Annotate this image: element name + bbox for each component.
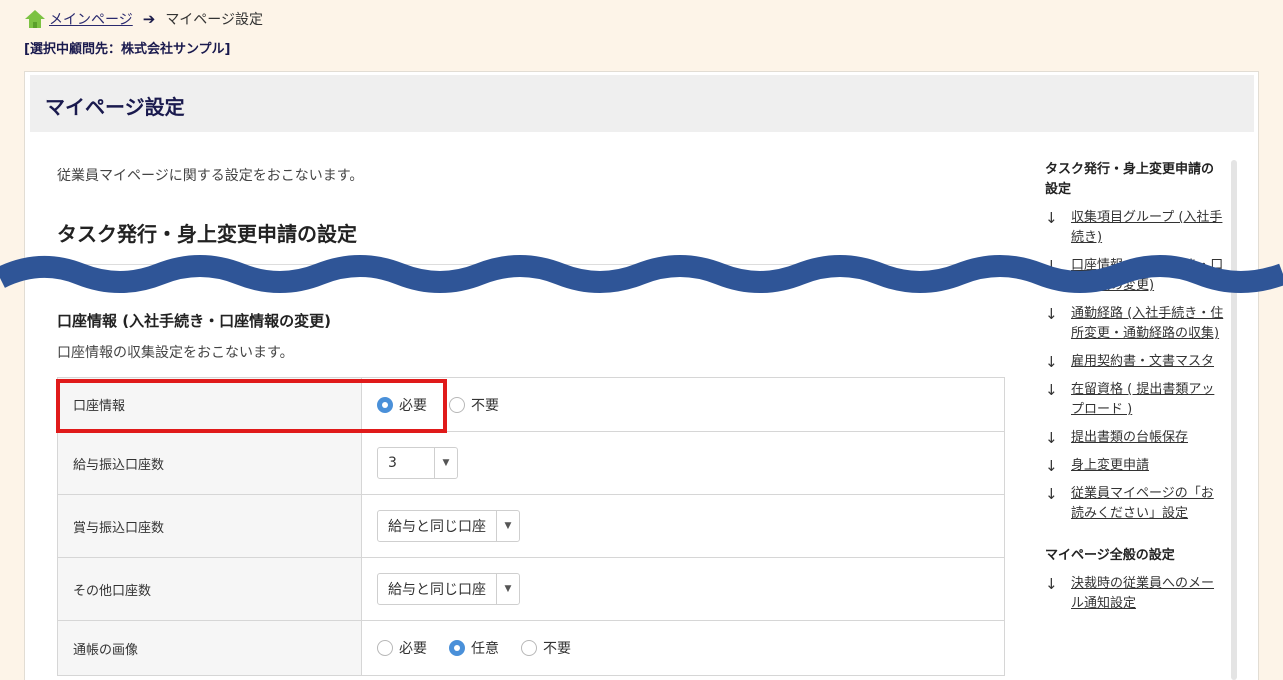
breadcrumb-main-page-link[interactable]: メインページ — [49, 9, 133, 29]
toc-item[interactable]: ↓ 在留資格 ( 提出書類アップロード ) — [1045, 380, 1225, 420]
section-title: タスク発行・身上変更申請の設定 — [57, 222, 357, 246]
table-of-contents: タスク発行・身上変更申請の設定 ↓ 収集項目グループ (入社手続き) ↓ 口座情報 … — [1045, 160, 1225, 614]
toc-item[interactable]: ↓ 従業員マイページの「お読みください」設定 — [1045, 484, 1225, 524]
row-label: 給与振込口座数 — [58, 432, 362, 494]
toc-item[interactable]: ↓ 収集項目グループ (入社手続き) — [1045, 208, 1225, 248]
chevron-down-icon[interactable]: ▼ — [497, 574, 519, 604]
other-accounts-select[interactable]: 給与と同じ口座 ▼ — [377, 573, 520, 605]
arrow-down-icon: ↓ — [1045, 305, 1058, 323]
chevron-down-icon[interactable]: ▼ — [497, 511, 519, 541]
row-control: 3 ▼ — [362, 432, 1004, 494]
intro-text: 従業員マイページに関する設定をおこないます。 — [57, 168, 364, 184]
table-row-bonus-accounts: 賞与振込口座数 給与と同じ口座 ▼ — [58, 495, 1004, 558]
row-control: 給与と同じ口座 ▼ — [362, 558, 1004, 620]
arrow-down-icon: ↓ — [1045, 485, 1058, 503]
select-value: 3 — [378, 448, 435, 478]
radio-label: 不要 — [471, 397, 499, 414]
arrow-down-icon: ↓ — [1045, 457, 1058, 475]
radio-unselected-icon[interactable] — [377, 640, 393, 656]
toc-link[interactable]: 在留資格 ( 提出書類アップロード ) — [1071, 380, 1225, 420]
arrow-down-icon: ↓ — [1045, 381, 1058, 399]
toc-link[interactable]: 提出書類の台帳保存 — [1071, 428, 1188, 448]
page-title: マイページ設定 — [45, 95, 185, 119]
select-value: 給与と同じ口座 — [378, 511, 497, 541]
arrow-down-icon: ↓ — [1045, 209, 1058, 227]
row-control: 必要 任意 不要 — [362, 621, 1004, 675]
toc-item[interactable]: ↓ 決裁時の従業員へのメール通知設定 — [1045, 574, 1225, 614]
toc-item[interactable]: ↓ 雇用契約書・文書マスタ — [1045, 352, 1225, 372]
toc-item[interactable]: ↓ 身上変更申請 — [1045, 456, 1225, 476]
bonus-accounts-select[interactable]: 給与と同じ口座 ▼ — [377, 510, 520, 542]
row-label: 賞与振込口座数 — [58, 495, 362, 557]
radio-selected-icon[interactable] — [449, 640, 465, 656]
wave-divider — [0, 255, 1283, 293]
salary-accounts-select[interactable]: 3 ▼ — [377, 447, 458, 479]
table-row-salary-accounts: 給与振込口座数 3 ▼ — [58, 432, 1004, 495]
radio-passbook-required[interactable]: 必要 — [377, 638, 427, 658]
home-icon[interactable] — [24, 8, 46, 30]
highlight-box — [56, 379, 447, 433]
toc-scrollbar[interactable] — [1231, 160, 1237, 680]
toc-link[interactable]: 従業員マイページの「お読みください」設定 — [1071, 484, 1225, 524]
row-control: 給与と同じ口座 ▼ — [362, 495, 1004, 557]
radio-label: 必要 — [399, 641, 427, 657]
radio-label: 不要 — [543, 641, 571, 657]
toc-link[interactable]: 身上変更申請 — [1071, 456, 1149, 476]
radio-passbook-not-required[interactable]: 不要 — [521, 638, 571, 658]
breadcrumb: メインページ ➔ マイページ設定 — [24, 8, 263, 30]
radio-unselected-icon[interactable] — [449, 396, 465, 413]
table-row-other-accounts: その他口座数 給与と同じ口座 ▼ — [58, 558, 1004, 621]
toc-link[interactable]: 収集項目グループ (入社手続き) — [1071, 208, 1225, 248]
row-label: 通帳の画像 — [58, 621, 362, 675]
row-label: その他口座数 — [58, 558, 362, 620]
toc-link[interactable]: 雇用契約書・文書マスタ — [1071, 352, 1214, 372]
card-header: マイページ設定 — [30, 75, 1254, 132]
toc-item[interactable]: ↓ 通勤経路 (入社手続き・住所変更・通勤経路の収集) — [1045, 304, 1225, 344]
select-value: 給与と同じ口座 — [378, 574, 497, 604]
radio-unselected-icon[interactable] — [521, 640, 537, 656]
radio-passbook-optional[interactable]: 任意 — [449, 638, 499, 658]
breadcrumb-current: マイページ設定 — [165, 12, 264, 28]
selected-client: [選択中顧問先：株式会社サンプル] — [24, 42, 231, 57]
toc-link[interactable]: 決裁時の従業員へのメール通知設定 — [1071, 574, 1225, 614]
radio-label: 任意 — [471, 641, 499, 657]
toc-heading-general-settings: マイページ全般の設定 — [1045, 548, 1175, 563]
subsection-title: 口座情報 (入社手続き・口座情報の変更) — [57, 312, 331, 330]
toc-heading-task-settings: タスク発行・身上変更申請の設定 — [1045, 162, 1215, 197]
row-control: 必要 不要 — [362, 378, 1004, 431]
chevron-down-icon[interactable]: ▼ — [435, 448, 457, 478]
breadcrumb-arrow-icon: ➔ — [142, 10, 156, 28]
arrow-down-icon: ↓ — [1045, 575, 1058, 593]
toc-link[interactable]: 通勤経路 (入社手続き・住所変更・通勤経路の収集) — [1071, 304, 1225, 344]
subsection-description: 口座情報の収集設定をおこないます。 — [57, 345, 294, 361]
radio-account-not-required[interactable]: 不要 — [449, 395, 499, 415]
table-row-passbook-image: 通帳の画像 必要 任意 不要 — [58, 621, 1004, 675]
toc-item[interactable]: ↓ 提出書類の台帳保存 — [1045, 428, 1225, 448]
arrow-down-icon: ↓ — [1045, 353, 1058, 371]
arrow-down-icon: ↓ — [1045, 429, 1058, 447]
